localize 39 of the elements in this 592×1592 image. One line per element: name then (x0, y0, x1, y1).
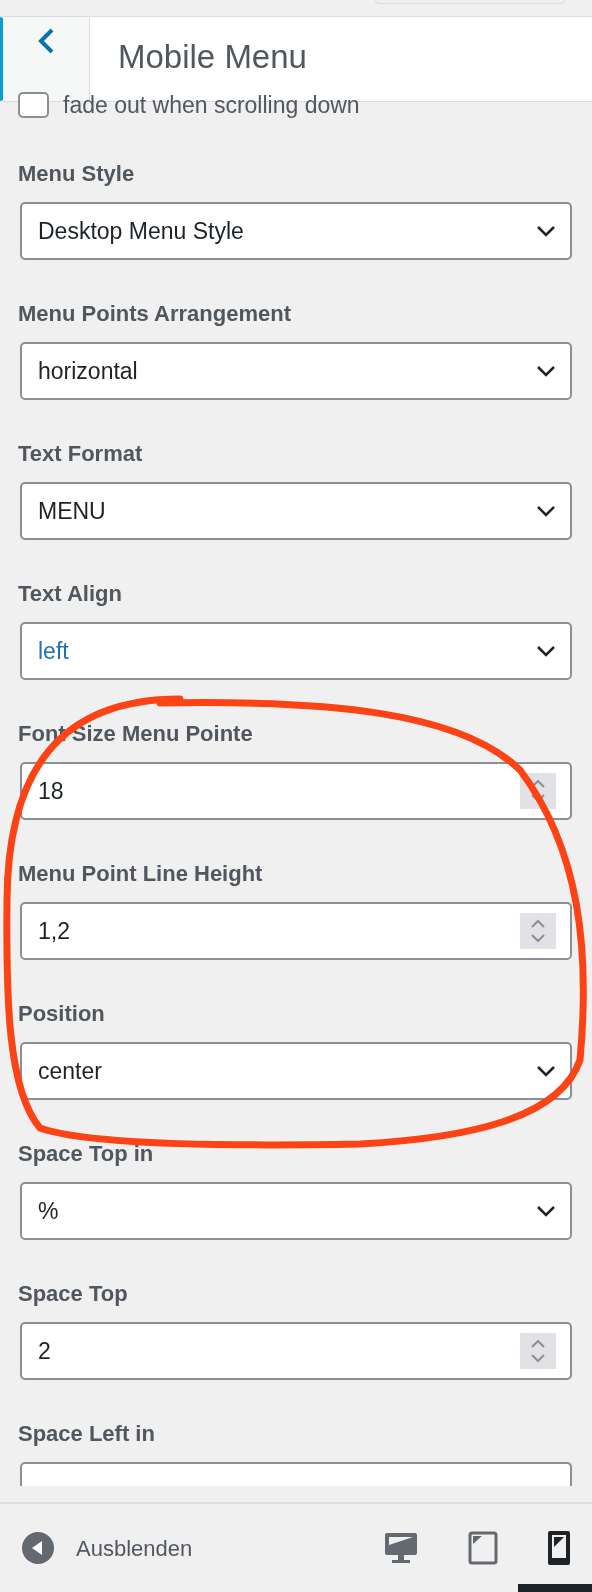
spinner-icon[interactable] (520, 913, 556, 949)
field-label: Space Top (18, 1280, 129, 1308)
spinner-icon[interactable] (520, 1333, 556, 1369)
chevron-left-icon (37, 28, 55, 54)
caret-icon (536, 1065, 556, 1077)
mobile-preview-button[interactable] (548, 1531, 570, 1565)
field-label: Menu Points Arrangement (18, 300, 292, 328)
select-field[interactable]: center (20, 1042, 572, 1100)
select-field[interactable]: % (20, 1182, 572, 1240)
panel-title: Mobile Menu (117, 37, 307, 77)
number-field[interactable]: 18 (20, 762, 572, 820)
tablet-preview-button[interactable] (468, 1531, 498, 1565)
select-field[interactable]: Desktop Menu Style (20, 202, 572, 260)
desktop-icon (384, 1532, 418, 1564)
field-label: Menu Point Line Height (18, 860, 264, 888)
field-label: Space Top in (18, 1140, 155, 1168)
select-field[interactable]: MENU (20, 482, 572, 540)
field-label: Text Format (18, 440, 144, 468)
caret-icon (536, 225, 556, 237)
number-field[interactable]: 2 (20, 1322, 572, 1380)
checkbox-label: fade out when scrolling down (63, 90, 360, 120)
tablet-icon (468, 1531, 498, 1565)
caret-icon (536, 505, 556, 517)
hide-controls-button[interactable]: Ausblenden (22, 1531, 193, 1565)
field-label: Space Left in (18, 1420, 156, 1448)
caret-icon (536, 365, 556, 377)
field-label: Menu Style (18, 160, 136, 188)
select-field[interactable]: left (20, 622, 572, 680)
field-label: Text Align (18, 580, 123, 608)
phone-icon (548, 1531, 570, 1565)
select-field[interactable] (20, 1462, 572, 1486)
desktop-preview-button[interactable] (384, 1532, 418, 1564)
checkbox[interactable] (18, 92, 49, 118)
caret-icon (536, 1205, 556, 1217)
caret-icon (536, 645, 556, 657)
number-field[interactable]: 1,2 (20, 902, 572, 960)
select-field[interactable]: horizontal (20, 342, 572, 400)
field-label: Position (18, 1000, 106, 1028)
collapse-icon (22, 1532, 54, 1564)
